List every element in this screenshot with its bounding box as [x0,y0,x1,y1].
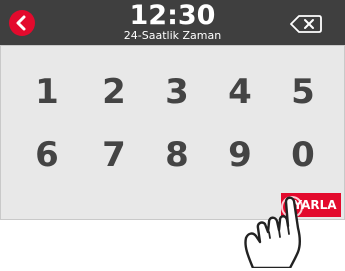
backspace-button[interactable] [290,14,322,34]
key-7[interactable]: 7 [89,130,139,180]
key-4[interactable]: 4 [215,67,265,117]
key-8[interactable]: 8 [152,130,202,180]
header-bar: 12:30 24-Saatlik Zaman [0,0,345,45]
key-6[interactable]: 6 [22,130,72,180]
pointing-hand-icon [244,196,303,268]
key-0[interactable]: 0 [278,130,328,180]
key-5[interactable]: 5 [278,67,328,117]
key-2[interactable]: 2 [89,67,139,117]
backspace-icon [290,15,322,33]
key-1[interactable]: 1 [22,67,72,117]
key-3[interactable]: 3 [152,67,202,117]
key-9[interactable]: 9 [215,130,265,180]
